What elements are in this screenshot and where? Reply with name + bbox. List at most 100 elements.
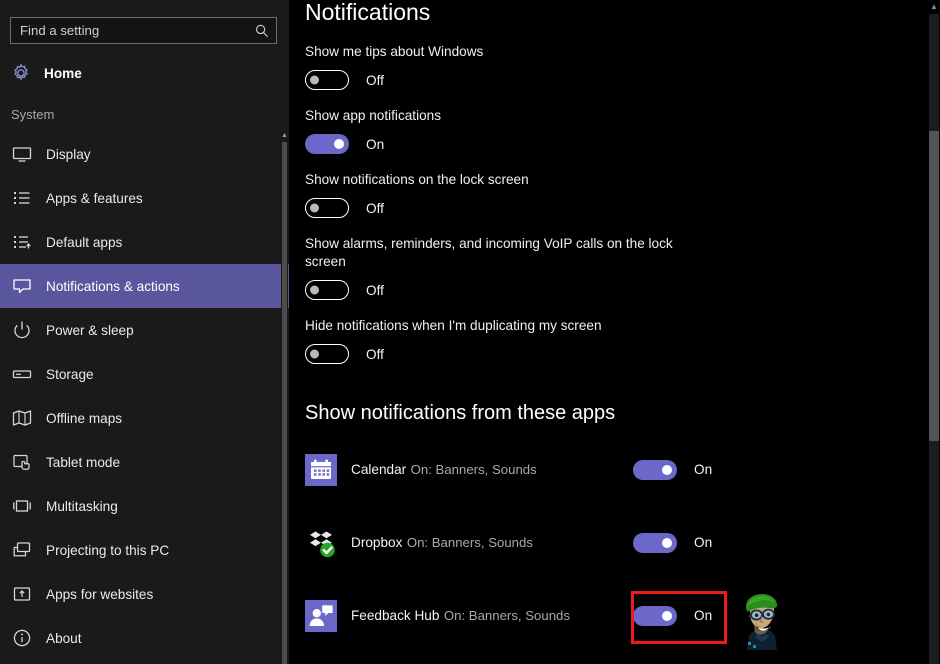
sidebar-home-label: Home bbox=[44, 66, 82, 81]
toggle-state-label: Off bbox=[366, 201, 384, 216]
sidebar-item-notifications-actions[interactable]: Notifications & actions bbox=[0, 264, 289, 308]
sidebar-item-home[interactable]: Home bbox=[0, 58, 289, 88]
sidebar-item-label: Power & sleep bbox=[46, 323, 134, 338]
chevron-up-icon[interactable]: ▲ bbox=[281, 130, 288, 140]
sidebar-item-label: Display bbox=[46, 147, 91, 162]
toggle-knob bbox=[310, 286, 319, 295]
toggle-row: On bbox=[305, 134, 940, 154]
app-toggle-wrap: On bbox=[633, 460, 712, 480]
sidebar-item-multitasking[interactable]: Multitasking bbox=[0, 484, 289, 528]
sidebar-item-label: Default apps bbox=[46, 235, 122, 250]
sidebar-item-projecting-to-this-pc[interactable]: Projecting to this PC bbox=[0, 528, 289, 572]
sidebar-nav-list: Display Apps & features bbox=[0, 132, 289, 660]
toggle-knob bbox=[662, 538, 672, 548]
toggle-knob bbox=[310, 204, 319, 213]
appuals-mascot bbox=[735, 590, 789, 650]
sidebar-item-label: Apps & features bbox=[46, 191, 143, 206]
toggle-knob bbox=[310, 76, 319, 85]
project-screen-icon bbox=[11, 539, 33, 561]
list-item[interactable]: Calendar On: Banners, Sounds On bbox=[305, 438, 940, 501]
toggle-switch[interactable] bbox=[305, 344, 349, 364]
toggle-switch[interactable] bbox=[305, 280, 349, 300]
sidebar-item-label: Offline maps bbox=[46, 411, 122, 426]
app-name: Feedback Hub bbox=[351, 608, 439, 623]
sidebar-item-display[interactable]: Display bbox=[0, 132, 289, 176]
app-name: Calendar bbox=[351, 462, 406, 477]
chevron-up-icon[interactable]: ▲ bbox=[928, 0, 940, 14]
sidebar-scrollbar-thumb[interactable] bbox=[282, 142, 287, 664]
toggle-state-label: On bbox=[694, 608, 712, 623]
app-toggle-wrap: On bbox=[633, 533, 712, 553]
sidebar-item-label: Projecting to this PC bbox=[46, 543, 169, 558]
main-scrollbar[interactable]: ▲ bbox=[928, 0, 940, 664]
section-heading-apps: Show notifications from these apps bbox=[305, 400, 940, 426]
sidebar-item-label: About bbox=[46, 631, 82, 646]
sidebar-item-label: Tablet mode bbox=[46, 455, 120, 470]
toggle-knob bbox=[334, 139, 344, 149]
sidebar-item-label: Notifications & actions bbox=[46, 279, 180, 294]
list-item[interactable]: Feedback Hub On: Banners, Sounds On bbox=[305, 584, 940, 647]
setting-label: Show notifications on the lock screen bbox=[305, 171, 685, 189]
settings-window: Home System Display bbox=[0, 0, 940, 664]
toggle-state-label: Off bbox=[366, 347, 384, 362]
toggle-row: Off bbox=[305, 70, 940, 90]
toggle-switch[interactable] bbox=[633, 606, 677, 626]
dropbox-app-icon bbox=[305, 527, 337, 559]
speech-bubble-icon bbox=[11, 275, 33, 297]
sidebar-group-title: System bbox=[0, 106, 289, 124]
toggle-row: Off bbox=[305, 198, 940, 218]
toggle-state-label: On bbox=[694, 462, 712, 477]
windows-stack-icon bbox=[11, 495, 33, 517]
toggle-switch[interactable] bbox=[633, 533, 677, 553]
toggle-state-label: On bbox=[366, 137, 384, 152]
power-icon bbox=[11, 319, 33, 341]
sidebar-scrollbar[interactable]: ▲ bbox=[281, 130, 288, 664]
setting-alarms-voip-lock-screen: Show alarms, reminders, and incoming VoI… bbox=[305, 235, 940, 300]
tablet-touch-icon bbox=[11, 451, 33, 473]
app-notification-list: Calendar On: Banners, Sounds On bbox=[305, 438, 940, 647]
search-icon bbox=[254, 23, 270, 39]
search-box[interactable] bbox=[10, 17, 277, 44]
toggle-row: Off bbox=[305, 344, 940, 364]
setting-label: Hide notifications when I'm duplicating … bbox=[305, 317, 685, 335]
app-name: Dropbox bbox=[351, 535, 402, 550]
setting-show-tips: Show me tips about Windows Off bbox=[305, 43, 940, 90]
sidebar-item-apps-for-websites[interactable]: Apps for websites bbox=[0, 572, 289, 616]
monitor-icon bbox=[11, 143, 33, 165]
sidebar-item-offline-maps[interactable]: Offline maps bbox=[0, 396, 289, 440]
main-content: Notifications Show me tips about Windows… bbox=[289, 0, 940, 664]
toggle-switch[interactable] bbox=[305, 198, 349, 218]
sidebar-item-label: Storage bbox=[46, 367, 94, 382]
setting-label: Show alarms, reminders, and incoming VoI… bbox=[305, 235, 685, 271]
toggle-knob bbox=[310, 350, 319, 359]
setting-hide-when-duplicating: Hide notifications when I'm duplicating … bbox=[305, 317, 940, 364]
info-icon bbox=[11, 627, 33, 649]
toggle-switch[interactable] bbox=[305, 134, 349, 154]
setting-label: Show app notifications bbox=[305, 107, 685, 125]
calendar-app-icon bbox=[305, 454, 337, 486]
app-toggle-wrap: On bbox=[633, 606, 712, 626]
toggle-knob bbox=[662, 465, 672, 475]
list-item[interactable]: Dropbox On: Banners, Sounds On bbox=[305, 511, 940, 574]
app-status-detail: On: Banners, Sounds bbox=[407, 535, 533, 550]
toggle-switch[interactable] bbox=[305, 70, 349, 90]
sidebar-item-about[interactable]: About bbox=[0, 616, 289, 660]
toggle-state-label: Off bbox=[366, 73, 384, 88]
sidebar-item-default-apps[interactable]: Default apps bbox=[0, 220, 289, 264]
app-link-icon bbox=[11, 583, 33, 605]
sidebar-item-tablet-mode[interactable]: Tablet mode bbox=[0, 440, 289, 484]
sidebar: Home System Display bbox=[0, 0, 289, 664]
sidebar-item-apps-features[interactable]: Apps & features bbox=[0, 176, 289, 220]
search-input[interactable] bbox=[20, 23, 254, 39]
app-status-detail: On: Banners, Sounds bbox=[444, 608, 570, 623]
sidebar-item-storage[interactable]: Storage bbox=[0, 352, 289, 396]
toggle-switch[interactable] bbox=[633, 460, 677, 480]
app-status-detail: On: Banners, Sounds bbox=[411, 462, 537, 477]
main-scrollbar-thumb[interactable] bbox=[929, 131, 939, 441]
setting-show-app-notifications: Show app notifications On bbox=[305, 107, 940, 154]
sidebar-item-power-sleep[interactable]: Power & sleep bbox=[0, 308, 289, 352]
drive-icon bbox=[11, 363, 33, 385]
toggle-state-label: On bbox=[694, 535, 712, 550]
list-icon bbox=[11, 187, 33, 209]
sidebar-item-label: Apps for websites bbox=[46, 587, 153, 602]
